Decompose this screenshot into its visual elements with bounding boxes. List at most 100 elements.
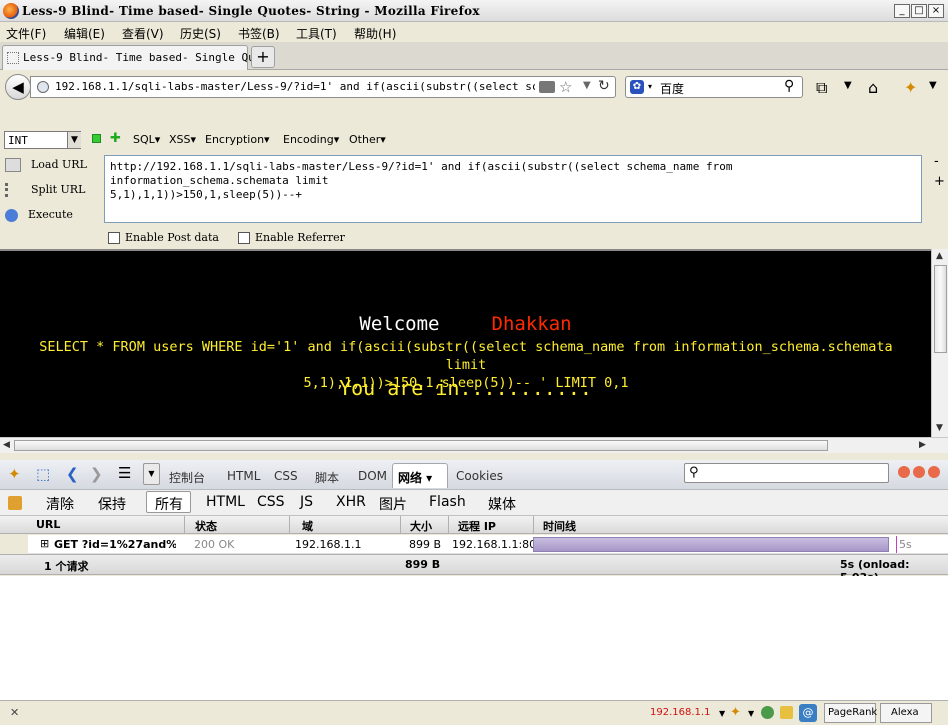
- maximize-button[interactable]: □: [911, 4, 927, 18]
- firebug-search-input[interactable]: ⚲: [684, 463, 889, 483]
- detach-panel-icon[interactable]: [913, 466, 925, 478]
- clear-button[interactable]: 清除: [46, 494, 74, 514]
- rss-icon[interactable]: [539, 81, 555, 93]
- menu-history[interactable]: 历史(S): [180, 25, 221, 42]
- type-select[interactable]: INT ▼: [4, 131, 81, 149]
- expand-button[interactable]: +: [934, 174, 945, 189]
- checkbox-box[interactable]: [108, 232, 120, 244]
- execute-button[interactable]: Execute: [5, 208, 73, 222]
- filter-css[interactable]: CSS: [257, 494, 285, 510]
- search-bar[interactable]: ✿ ▾ 百度 ⚲: [625, 76, 803, 98]
- filter-flash[interactable]: Flash: [429, 494, 466, 510]
- scroll-up-icon[interactable]: ▲: [936, 251, 943, 261]
- back-button[interactable]: ◀: [5, 74, 31, 100]
- history-dropdown-icon[interactable]: ▼: [583, 80, 591, 91]
- post-data-checkbox[interactable]: Enable Post data: [108, 231, 219, 244]
- filter-all[interactable]: 所有: [155, 494, 183, 514]
- home-icon[interactable]: ⌂: [868, 78, 878, 97]
- col-status[interactable]: 状态: [195, 518, 217, 534]
- firebug-status-icon[interactable]: ✦: [730, 705, 741, 720]
- bookmark-star-icon[interactable]: ☆: [559, 78, 572, 96]
- firebug-icon[interactable]: ✦: [904, 78, 917, 97]
- list-menu-icon[interactable]: ☰: [118, 464, 131, 482]
- close-button[interactable]: ×: [928, 4, 944, 18]
- page-info-icon[interactable]: ⧉: [816, 78, 827, 98]
- request-url[interactable]: GET ?id=1%27and%2: [54, 538, 176, 551]
- inspect-icon[interactable]: ⬚: [36, 465, 50, 483]
- scroll-left-icon[interactable]: ◀: [3, 440, 10, 450]
- menu-xss[interactable]: XSS▾: [169, 133, 196, 146]
- scroll-thumb[interactable]: [934, 265, 947, 353]
- baidu-paw-icon[interactable]: ✿: [630, 80, 644, 94]
- tab-net[interactable]: 网络 ▾: [392, 463, 448, 488]
- panel-dropdown-icon[interactable]: ▼: [143, 463, 160, 485]
- menu-encryption[interactable]: Encryption▾: [205, 133, 270, 146]
- plus-icon[interactable]: ✚: [110, 131, 121, 146]
- address-bar[interactable]: 192.168.1.1/sqli-labs-master/Less-9/?id=…: [30, 76, 616, 98]
- firebug-icon[interactable]: ✦: [8, 465, 21, 483]
- menu-edit[interactable]: 编辑(E): [64, 25, 105, 42]
- checkbox-box[interactable]: [238, 232, 250, 244]
- expand-toggle-icon[interactable]: ⊞: [40, 537, 49, 550]
- filter-images[interactable]: 图片: [379, 494, 407, 514]
- menu-encoding[interactable]: Encoding▾: [283, 133, 339, 146]
- shrink-button[interactable]: -: [934, 154, 939, 169]
- minimize-panel-icon[interactable]: [898, 466, 910, 478]
- addon-icon[interactable]: @: [799, 704, 817, 722]
- persist-button[interactable]: 保持: [98, 494, 126, 514]
- tab-html[interactable]: HTML: [227, 469, 260, 483]
- referrer-checkbox[interactable]: Enable Referrer: [238, 231, 345, 244]
- filter-js[interactable]: JS: [300, 494, 313, 510]
- menu-bookmarks[interactable]: 书签(B): [238, 25, 280, 42]
- close-findbar-icon[interactable]: ✕: [10, 706, 19, 719]
- minus-icon[interactable]: [92, 134, 101, 143]
- alexa-button[interactable]: Alexa: [880, 703, 932, 723]
- reload-icon[interactable]: ↻: [598, 78, 610, 94]
- tab-dom[interactable]: DOM: [358, 469, 387, 483]
- toolbar-dropdown-icon[interactable]: ▼: [844, 80, 852, 91]
- menu-view[interactable]: 查看(V): [122, 25, 164, 42]
- new-tab-button[interactable]: +: [251, 46, 275, 68]
- col-size[interactable]: 大小: [410, 518, 432, 534]
- scroll-thumb[interactable]: [14, 440, 828, 451]
- search-icon[interactable]: ⚲: [784, 78, 794, 94]
- col-url[interactable]: URL: [36, 518, 60, 531]
- menu-sql[interactable]: SQL▾: [133, 133, 160, 146]
- table-row[interactable]: ⊞ GET ?id=1%27and%2 200 OK 192.168.1.1 8…: [28, 535, 948, 554]
- addon-icon[interactable]: [761, 706, 774, 719]
- addon-icon[interactable]: [780, 706, 793, 719]
- tab-less-9[interactable]: Less-9 Blind- Time based- Single Qu...: [2, 45, 275, 70]
- tab-script[interactable]: 脚本: [315, 469, 339, 486]
- menu-other[interactable]: Other▾: [349, 133, 386, 146]
- horizontal-scrollbar[interactable]: ◀ ▶: [0, 437, 948, 453]
- scroll-right-icon[interactable]: ▶: [919, 440, 926, 450]
- filter-xhr[interactable]: XHR: [336, 494, 366, 510]
- tab-cookies[interactable]: Cookies: [456, 469, 503, 483]
- tab-css[interactable]: CSS: [274, 469, 298, 483]
- scroll-down-icon[interactable]: ▼: [936, 423, 943, 433]
- arrow-right-icon[interactable]: ❯: [90, 465, 103, 483]
- close-panel-icon[interactable]: [928, 466, 940, 478]
- vertical-scrollbar[interactable]: ▲ ▼: [931, 249, 948, 437]
- filter-html[interactable]: HTML: [206, 494, 245, 510]
- col-remote-ip[interactable]: 远程 IP: [458, 518, 496, 534]
- overflow-menu-icon[interactable]: ▼: [929, 80, 937, 91]
- menu-file[interactable]: 文件(F): [6, 25, 46, 42]
- filter-media[interactable]: 媒体: [488, 494, 516, 514]
- split-url-button[interactable]: Split URL: [5, 183, 85, 197]
- ip-dropdown-icon[interactable]: ▼: [719, 709, 725, 718]
- chevron-down-icon[interactable]: ▼: [67, 132, 81, 148]
- arrow-left-icon[interactable]: ❮: [66, 465, 79, 483]
- tab-console[interactable]: 控制台: [169, 469, 205, 486]
- col-timeline[interactable]: 时间线: [543, 518, 576, 534]
- engine-dropdown-icon[interactable]: ▾: [648, 82, 652, 91]
- minimize-button[interactable]: _: [894, 4, 910, 18]
- menu-help[interactable]: 帮助(H): [354, 25, 396, 42]
- url-textarea[interactable]: http://192.168.1.1/sqli-labs-master/Less…: [104, 155, 922, 223]
- menu-tools[interactable]: 工具(T): [296, 25, 337, 42]
- col-domain[interactable]: 域: [302, 518, 313, 534]
- load-url-button[interactable]: Load URL: [5, 158, 87, 172]
- firebug-dropdown-icon[interactable]: ▼: [748, 709, 754, 718]
- pagerank-button[interactable]: PageRank: [824, 703, 877, 723]
- address-text[interactable]: 192.168.1.1/sqli-labs-master/Less-9/?id=…: [55, 80, 535, 93]
